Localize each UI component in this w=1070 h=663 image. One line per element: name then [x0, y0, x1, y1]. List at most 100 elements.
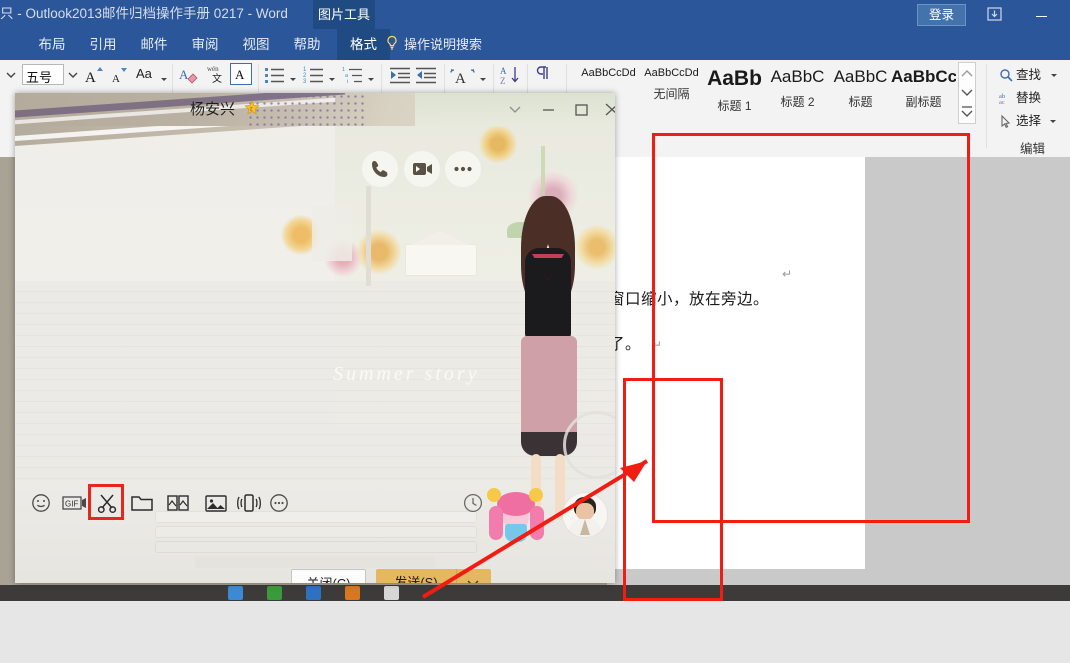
photo-album-icon[interactable] [166, 492, 190, 514]
replace-label: 替换 [1016, 91, 1041, 105]
style-item-heading1[interactable]: AaBb 标题 1 [702, 62, 767, 124]
shake-icon[interactable] [237, 492, 261, 514]
select-chevron-icon[interactable] [1049, 110, 1058, 132]
chat-title-bar: 杨安兴 z [15, 93, 615, 126]
find-chevron-icon[interactable] [1050, 64, 1059, 86]
ribbon-display-options-icon[interactable] [984, 5, 1004, 23]
sort-icon[interactable]: AZ [499, 64, 523, 86]
document-text-line-1: 窗口缩小，放在旁边。 [609, 287, 769, 309]
svg-text:A: A [112, 73, 120, 85]
numbering-chevron-icon[interactable] [327, 71, 337, 89]
taskbar-app-kingsoft[interactable] [306, 586, 321, 600]
maximize-icon[interactable] [568, 97, 594, 121]
contact-name-label: 杨安兴 [190, 101, 235, 118]
character-border-icon[interactable]: A [230, 63, 252, 85]
chevron-down-icon[interactable] [456, 569, 491, 583]
decrease-indent-icon[interactable] [388, 64, 412, 86]
minimize-icon[interactable] [1030, 4, 1054, 24]
svg-text:A: A [500, 66, 507, 76]
increase-indent-icon[interactable] [414, 64, 438, 86]
lightbulb-icon [385, 31, 399, 63]
picture-tools-contextual-tab[interactable]: 图片工具 [313, 0, 375, 29]
voice-call-button[interactable] [362, 151, 398, 187]
tab-layout[interactable]: 布局 [30, 29, 74, 60]
multilevel-list-icon[interactable]: 1ai [341, 64, 365, 86]
replace-icon: abac [999, 90, 1016, 112]
select-label: 选择 [1016, 114, 1041, 128]
style-item-heading2[interactable]: AaBbC 标题 2 [765, 62, 830, 124]
style-item-subtitle[interactable]: AaBbCc 副标题 [891, 62, 956, 124]
asian-layout-icon[interactable]: A [450, 64, 476, 86]
style-preview: AaBbCc [891, 67, 956, 87]
more-styles-icon[interactable] [959, 103, 975, 123]
scroll-up-icon[interactable] [959, 63, 975, 83]
avatar[interactable] [562, 492, 608, 538]
scroll-down-icon[interactable] [959, 83, 975, 103]
tab-view[interactable]: 视图 [234, 29, 278, 60]
tab-format[interactable]: 格式 [337, 29, 390, 60]
style-preview: AaBbC [765, 67, 830, 87]
windows-taskbar[interactable] [0, 585, 1070, 601]
chibi-sticker [487, 488, 547, 546]
taskbar-app-file-explorer[interactable] [267, 586, 282, 600]
svg-text:A: A [179, 67, 189, 82]
phonetic-guide-icon[interactable]: wén文 [204, 62, 228, 86]
show-formatting-marks-icon[interactable] [532, 64, 556, 86]
minimize-icon[interactable] [535, 97, 561, 121]
styles-scroll-controls [958, 62, 976, 124]
grow-font-icon[interactable]: A [83, 64, 105, 86]
editing-group: 查找 abac替换 选择 编辑 [995, 62, 1070, 157]
scissors-icon[interactable] [96, 492, 118, 514]
tell-me-search[interactable]: 操作说明搜索 [385, 29, 482, 60]
picture-icon[interactable] [204, 492, 228, 514]
font-size-input[interactable]: 五号 [22, 64, 64, 85]
clear-formatting-icon[interactable]: A [178, 64, 202, 86]
style-name: 标题 1 [702, 97, 767, 114]
chat-send-button[interactable]: 发送(S) [376, 569, 456, 583]
tab-review[interactable]: 审阅 [183, 29, 227, 60]
chat-close-button[interactable]: 关闭(C) [291, 569, 366, 583]
style-name: 无间隔 [639, 85, 704, 102]
select-button[interactable]: 选择 [999, 110, 1058, 132]
style-item-title[interactable]: AaBbC 标题 [828, 62, 893, 124]
document-page[interactable]: 关闭(C) 发送(S) ↵ 窗口缩小，放在旁边。 了。 ↵ [607, 157, 865, 569]
chat-contact-name: 杨安兴 z [190, 98, 260, 120]
change-case-chevron-icon[interactable] [159, 71, 169, 89]
replace-button[interactable]: abac替换 [999, 87, 1041, 109]
smiley-icon[interactable] [30, 492, 52, 514]
shrink-font-icon[interactable]: A [108, 64, 130, 86]
video-call-button[interactable] [404, 151, 440, 187]
style-preview: AaBbCcDd [639, 67, 704, 79]
font-size-value: 五号 [26, 67, 52, 86]
gif-icon[interactable]: GIF [62, 492, 88, 514]
clock-history-icon[interactable] [462, 492, 484, 514]
style-item-no-spacing[interactable]: AaBbCcDd 无间隔 [639, 62, 704, 124]
more-actions-button[interactable] [445, 151, 481, 187]
change-case-icon[interactable]: Aa [136, 66, 152, 81]
folder-icon[interactable] [130, 492, 154, 514]
cursor-select-icon [999, 113, 1016, 135]
window-title: 只 - Outlook2013邮件归档操作手册 0217 - Word [0, 4, 930, 24]
find-button[interactable]: 查找 [999, 64, 1059, 86]
asian-layout-chevron-icon[interactable] [478, 71, 488, 89]
bullet-list-icon[interactable] [263, 64, 287, 86]
style-preview: AaBbC [828, 67, 893, 87]
tab-references[interactable]: 引用 [81, 29, 125, 60]
taskbar-app-word-doc[interactable] [384, 586, 399, 600]
chevron-down-icon[interactable] [502, 97, 528, 121]
taskbar-app-firefox[interactable] [345, 586, 360, 600]
tab-mailings[interactable]: 邮件 [132, 29, 176, 60]
style-preview: AaBbCcDd [576, 67, 641, 79]
font-size-chevron-icon[interactable] [64, 68, 82, 86]
multilevel-chevron-icon[interactable] [366, 71, 376, 89]
bullets-chevron-icon[interactable] [288, 71, 298, 89]
style-name: 副标题 [891, 93, 956, 110]
font-name-chevron-icon[interactable] [2, 68, 20, 86]
numbered-list-icon[interactable]: 123 [302, 64, 326, 86]
ellipsis-circle-icon[interactable] [268, 492, 290, 514]
tell-me-label: 操作说明搜索 [404, 37, 482, 52]
tab-help[interactable]: 帮助 [285, 29, 329, 60]
taskbar-app-internet-explorer[interactable] [228, 586, 243, 600]
sign-in-button[interactable]: 登录 [917, 4, 966, 26]
close-icon[interactable] [599, 97, 615, 121]
